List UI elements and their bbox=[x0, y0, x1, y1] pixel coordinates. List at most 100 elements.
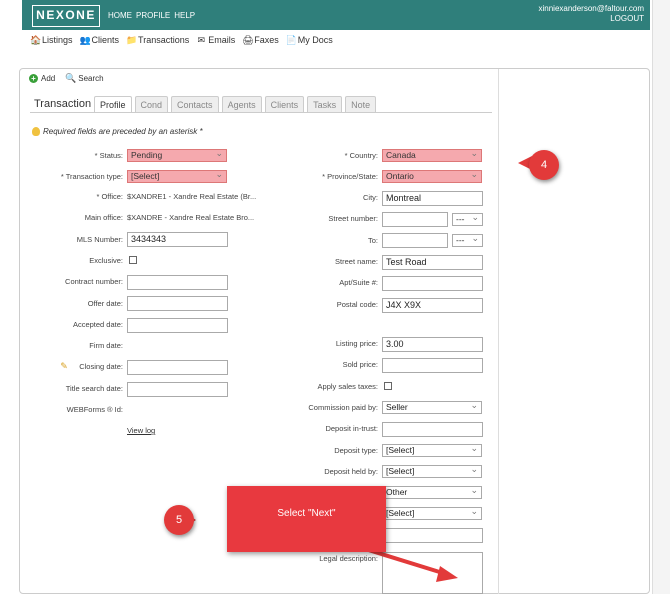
offer-date-label: Offer date: bbox=[87, 299, 123, 308]
documents-icon: 📄 bbox=[285, 34, 297, 45]
lightbulb-icon bbox=[32, 127, 40, 136]
nexone-logo[interactable]: NEXONE bbox=[32, 5, 100, 27]
house-icon: 🏠 bbox=[30, 34, 42, 45]
main-office-label: Main office: bbox=[84, 213, 123, 222]
listing-price-input[interactable]: 3.00 bbox=[382, 337, 483, 352]
tab-note[interactable]: Note bbox=[345, 96, 377, 113]
webforms-label: WEBForms ® Id: bbox=[66, 405, 123, 414]
module-listings[interactable]: 🏠 Listings bbox=[30, 35, 73, 45]
deposit-in-trust-label: Deposit in-trust: bbox=[325, 424, 378, 433]
province-select[interactable]: Ontario bbox=[382, 169, 482, 183]
tab-profile[interactable]: Profile bbox=[94, 96, 132, 113]
title-search-input[interactable] bbox=[127, 382, 228, 397]
closing-date-input[interactable] bbox=[127, 360, 228, 375]
logout-link[interactable]: LOGOUT bbox=[538, 14, 644, 24]
user-email: xinniexanderson@faltour.com bbox=[538, 4, 644, 13]
page-title: Transaction bbox=[34, 98, 92, 110]
view-log-link[interactable]: View log bbox=[127, 426, 155, 435]
accepted-date-label: Accepted date: bbox=[72, 320, 123, 329]
apply-sales-taxes-checkbox[interactable] bbox=[384, 382, 392, 390]
to-label: To: bbox=[367, 236, 378, 245]
postal-code-input[interactable]: J4X X9X bbox=[382, 298, 483, 313]
street-number-input[interactable] bbox=[382, 212, 448, 227]
transaction-type-select[interactable]: [Select] bbox=[127, 169, 227, 183]
deposit-in-trust-input[interactable] bbox=[382, 422, 483, 437]
transaction-type-label: * Transaction type: bbox=[60, 172, 123, 181]
tab-contacts[interactable]: Contacts bbox=[171, 96, 219, 113]
contract-number-label: Contract number: bbox=[65, 277, 123, 286]
to-suffix-select[interactable]: --- bbox=[452, 233, 483, 247]
to-number-input[interactable] bbox=[382, 233, 448, 248]
broom-icon[interactable]: ✎ bbox=[59, 362, 69, 371]
country-select[interactable]: Canada bbox=[382, 148, 482, 162]
deposit-held-select[interactable]: [Select] bbox=[382, 464, 482, 478]
page-scrollbar[interactable] bbox=[652, 0, 670, 594]
title-search-label: Title search date: bbox=[65, 384, 123, 393]
office-value: $XANDRE1 - Xandre Real Estate (Br... bbox=[127, 192, 257, 201]
exclusive-checkbox[interactable] bbox=[129, 256, 137, 264]
closing-date-label: Closing date: bbox=[79, 362, 123, 371]
people-icon: 👥 bbox=[79, 34, 91, 45]
printer-icon: 🖨 bbox=[242, 34, 254, 45]
office-label: * Office: bbox=[96, 192, 123, 201]
top-nav: HOME PROFILE HELP bbox=[108, 11, 195, 20]
province-label: * Province/State: bbox=[322, 172, 378, 181]
legal-description-label: Legal description: bbox=[319, 554, 378, 563]
legal-description-textarea[interactable] bbox=[382, 552, 483, 594]
apply-sales-taxes-label: Apply sales taxes: bbox=[317, 382, 378, 391]
module-faxes[interactable]: 🖨 Faxes bbox=[242, 35, 279, 45]
tab-cond[interactable]: Cond bbox=[134, 96, 169, 113]
add-icon: + bbox=[29, 74, 38, 83]
tab-tasks[interactable]: Tasks bbox=[307, 96, 343, 113]
user-block: xinniexanderson@faltour.com LOGOUT bbox=[538, 4, 644, 24]
sold-price-label: Sold price: bbox=[342, 360, 378, 369]
module-clients[interactable]: 👥 Clients bbox=[80, 35, 120, 45]
search-button[interactable]: 🔍 Search bbox=[65, 73, 103, 84]
tab-underline bbox=[30, 112, 492, 113]
sold-price-input[interactable] bbox=[382, 358, 483, 373]
top-header: NEXONE HOME PROFILE HELP xinniexanderson… bbox=[22, 0, 650, 30]
main-office-value: $XANDRE - Xandre Real Estate Bro... bbox=[127, 213, 255, 222]
nav-home[interactable]: HOME bbox=[108, 11, 132, 20]
listing-price-label: Listing price: bbox=[335, 339, 378, 348]
apt-suite-input[interactable] bbox=[382, 276, 483, 291]
extra-select[interactable]: [Select] bbox=[382, 506, 482, 520]
exclusive-label: Exclusive: bbox=[89, 256, 123, 265]
deposit-type-select[interactable]: [Select] bbox=[382, 443, 482, 457]
postal-code-label: Postal code: bbox=[336, 300, 378, 309]
city-label: City: bbox=[363, 193, 378, 202]
search-icon: 🔍 bbox=[65, 73, 77, 83]
street-number-suffix-select[interactable]: --- bbox=[452, 212, 483, 226]
module-my-docs[interactable]: 📄 My Docs bbox=[286, 35, 333, 45]
envelope-icon: ✉ bbox=[197, 34, 205, 45]
extra-input[interactable] bbox=[382, 528, 483, 543]
tab-clients[interactable]: Clients bbox=[264, 96, 305, 113]
commission-paid-select[interactable]: Seller bbox=[382, 400, 482, 414]
commission-paid-label: Commission paid by: bbox=[308, 403, 378, 412]
step-4-badge: 4 bbox=[529, 150, 559, 180]
step-5-badge: 5 bbox=[164, 505, 194, 535]
city-input[interactable]: Montreal bbox=[382, 191, 483, 206]
accepted-date-input[interactable] bbox=[127, 318, 228, 333]
tab-agents[interactable]: Agents bbox=[221, 96, 262, 113]
status-select[interactable]: Pending bbox=[127, 148, 227, 162]
contract-number-input[interactable] bbox=[127, 275, 228, 290]
apt-suite-label: Apt/Suite #: bbox=[339, 278, 378, 287]
nav-profile[interactable]: PROFILE bbox=[136, 11, 170, 20]
module-nav: 🏠 Listings 👥 Clients 📁 Transactions ✉ Emails… bbox=[30, 35, 333, 45]
folder-icon: 📁 bbox=[126, 34, 138, 45]
street-name-label: Street name: bbox=[335, 257, 378, 266]
street-name-input[interactable]: Test Road bbox=[382, 255, 483, 270]
module-transactions[interactable]: 📁 Transactions bbox=[126, 35, 189, 45]
nav-help[interactable]: HELP bbox=[174, 11, 195, 20]
mls-input[interactable]: 3434343 bbox=[127, 232, 228, 247]
deposit-held-label: Deposit held by: bbox=[324, 467, 378, 476]
add-button[interactable]: + Add bbox=[29, 74, 55, 83]
street-number-label: Street number: bbox=[328, 214, 378, 223]
other-select[interactable]: Other bbox=[382, 485, 482, 499]
deposit-type-label: Deposit type: bbox=[334, 446, 378, 455]
status-label: * Status: bbox=[94, 151, 123, 160]
offer-date-input[interactable] bbox=[127, 296, 228, 311]
tab-bar: Profile Cond Contacts Agents Clients Tas… bbox=[94, 96, 377, 113]
module-emails[interactable]: ✉ Emails bbox=[196, 35, 235, 45]
